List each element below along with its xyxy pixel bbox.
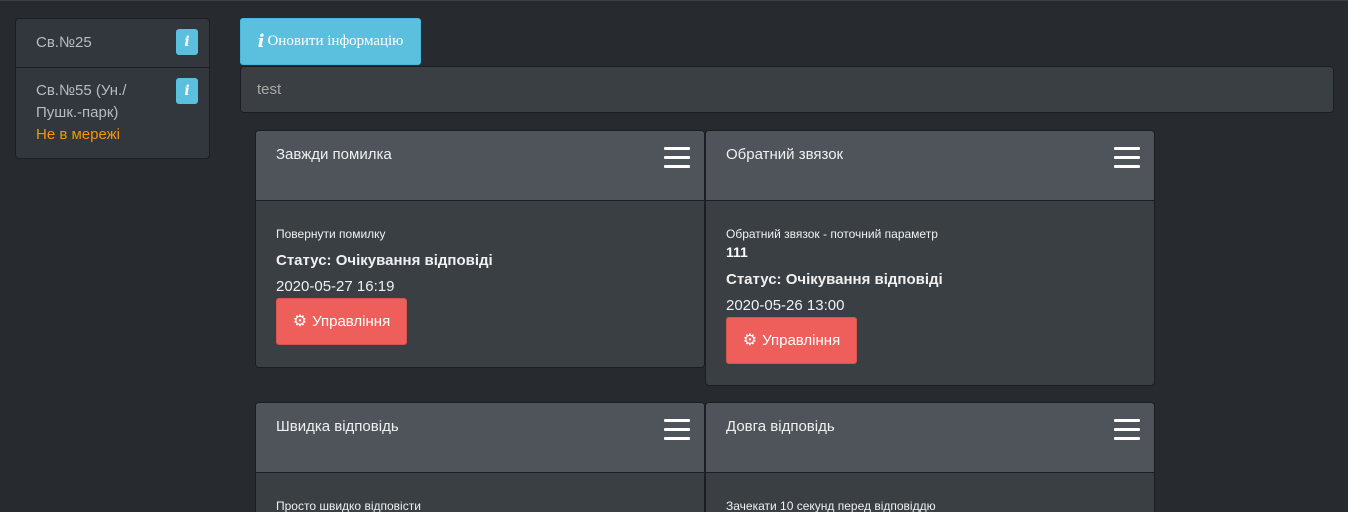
card-header: Обратний звязок bbox=[706, 131, 1154, 201]
card-description: Зачекати 10 секунд перед відповіддю bbox=[726, 499, 936, 512]
gear-icon: ⚙ bbox=[742, 331, 758, 349]
info-icon[interactable]: i bbox=[176, 29, 198, 55]
manage-button[interactable]: ⚙ Управління bbox=[276, 298, 407, 345]
refresh-info-button[interactable]: i Оновити інформацію bbox=[240, 18, 421, 65]
card-title: Завжди помилка bbox=[276, 146, 392, 163]
command-card: Довга відповідь Зачекати 10 секунд перед… bbox=[705, 402, 1155, 512]
hamburger-menu-icon[interactable] bbox=[1114, 147, 1140, 169]
manage-button[interactable]: ⚙ Управління bbox=[726, 317, 857, 364]
card-header: Швидка відповідь bbox=[256, 403, 704, 473]
info-icon[interactable]: i bbox=[176, 78, 198, 104]
card-title: Обратний звязок bbox=[726, 146, 844, 163]
card-description: Обратний звязок - поточний параметр bbox=[726, 227, 938, 241]
card-status: Статус: Очікування відповіді bbox=[276, 252, 493, 269]
card-body: Просто швидко відповісти bbox=[256, 473, 704, 512]
sidebar-item-device-55[interactable]: Св.№55 (Ун./Пушк.-парк) Не в мережі i bbox=[16, 68, 209, 158]
card-header: Довга відповідь bbox=[706, 403, 1154, 473]
card-title: Швидка відповідь bbox=[276, 418, 399, 435]
card-description: Просто швидко відповісти bbox=[276, 499, 421, 512]
card-title: Довга відповідь bbox=[726, 418, 835, 435]
card-param-value: 111 bbox=[726, 244, 748, 260]
card-body: Обратний звязок - поточний параметр 111 … bbox=[706, 201, 1154, 382]
card-date: 2020-05-26 13:00 bbox=[726, 297, 845, 314]
hamburger-menu-icon[interactable] bbox=[1114, 419, 1140, 441]
card-description: Повернути помилку bbox=[276, 227, 386, 241]
hamburger-menu-icon[interactable] bbox=[664, 147, 690, 169]
manage-button-label: Управління bbox=[312, 313, 391, 330]
sidebar-item-label: Св.№25 bbox=[36, 34, 92, 51]
hamburger-menu-icon[interactable] bbox=[664, 419, 690, 441]
command-card: Швидка відповідь Просто швидко відповіст… bbox=[255, 402, 705, 512]
card-header: Завжди помилка bbox=[256, 131, 704, 201]
card-body: Зачекати 10 секунд перед відповіддю bbox=[706, 473, 1154, 512]
card-status: Статус: Очікування відповіді bbox=[726, 271, 943, 288]
card-date: 2020-05-27 16:19 bbox=[276, 278, 395, 295]
card-body: Повернути помилку Статус: Очікування від… bbox=[256, 201, 704, 363]
page-title: test bbox=[257, 81, 282, 98]
sidebar-item-label: Св.№55 (Ун./Пушк.-парк) bbox=[36, 82, 127, 121]
device-sidebar: Св.№25 i Св.№55 (Ун./Пушк.-парк) Не в ме… bbox=[15, 18, 210, 159]
manage-button-label: Управління bbox=[762, 332, 841, 349]
command-card: Завжди помилка Повернути помилку Статус:… bbox=[255, 130, 705, 368]
device-title-bar: test bbox=[240, 66, 1334, 113]
gear-icon: ⚙ bbox=[292, 312, 308, 330]
status-badge: Не в мережі bbox=[36, 126, 121, 143]
info-icon: i bbox=[257, 31, 265, 52]
sidebar-item-device-25[interactable]: Св.№25 i bbox=[16, 19, 209, 68]
refresh-info-label: Оновити інформацію bbox=[267, 33, 404, 49]
command-card: Обратний звязок Обратний звязок - поточн… bbox=[705, 130, 1155, 386]
